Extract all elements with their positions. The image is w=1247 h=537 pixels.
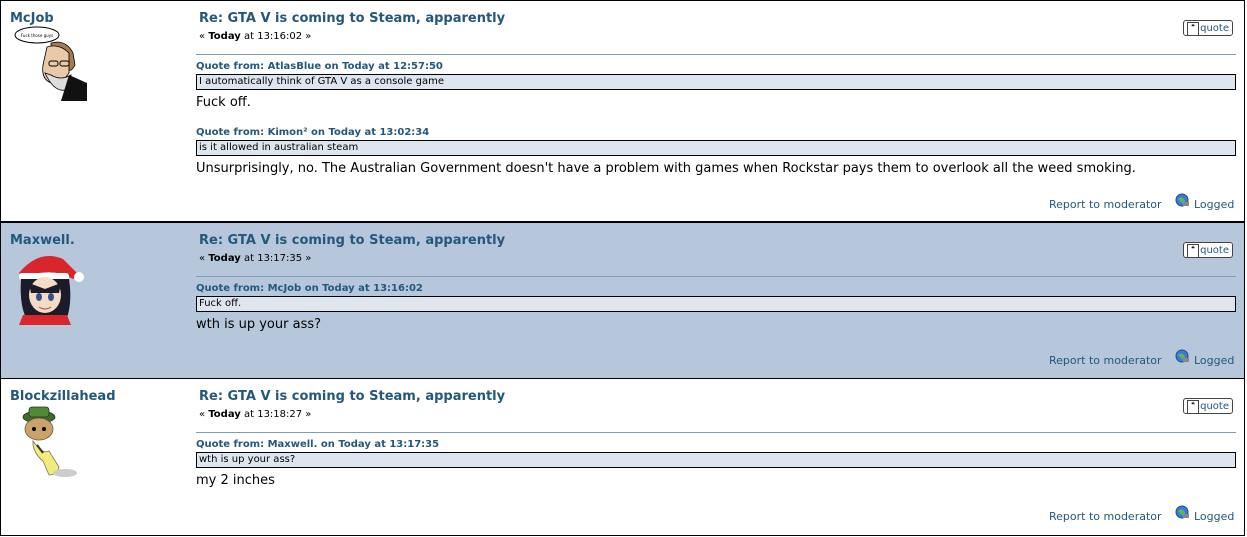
ip-globe-icon[interactable] [1175,193,1190,208]
quote-header[interactable]: Quote from: Kimon² on Today at 13:02:34 [196,127,429,138]
quote-box: I automatically think of GTA V as a cons… [196,74,1236,90]
post-date: « Today at 13:17:35 » [199,253,312,264]
quote-header[interactable]: Quote from: Maxwell. on Today at 13:17:3… [196,439,439,450]
avatar [13,405,89,481]
poster-name-link[interactable]: McJob [10,11,190,26]
quote-icon: ❝ [1187,244,1199,258]
quote-box: is it allowed in australian steam [196,140,1236,156]
separator [196,276,1236,277]
post-text: wth is up your ass? [196,317,322,332]
quote-header[interactable]: Quote from: McJob on Today at 13:16:02 [196,283,423,294]
poster-name-link[interactable]: Blockzillahead [10,389,190,404]
avatar: Fuck those guys [11,25,87,101]
post-date: « Today at 13:18:27 » [199,409,312,420]
separator [196,432,1236,433]
quote-button[interactable]: ❝ quote [1183,242,1233,258]
quote-button[interactable]: ❝ quote [1183,20,1233,36]
quote-icon: ❝ [1187,22,1199,36]
post-text: my 2 inches [196,473,275,488]
post-text: Unsurprisingly, no. The Australian Gover… [196,161,1136,176]
poster-info: Maxwell. [10,233,190,248]
avatar-caption: Fuck those guys [21,33,53,38]
logged-label: Logged [1194,354,1235,367]
poster-info: McJob [10,11,190,26]
poster-info: Blockzillahead [10,389,190,404]
avatar [9,249,85,325]
post-subject-link[interactable]: Re: GTA V is coming to Steam, apparently [199,389,505,404]
post-date: « Today at 13:16:02 » [199,31,312,42]
logged-label: Logged [1194,510,1235,523]
quote-box: wth is up your ass? [196,452,1236,468]
quote-box: Fuck off. [196,296,1236,312]
post-text: Fuck off. [196,95,251,110]
quote-icon: ❝ [1187,400,1199,414]
post-subject-link[interactable]: Re: GTA V is coming to Steam, apparently [199,233,505,248]
poster-name-link[interactable]: Maxwell. [10,233,190,248]
quote-header[interactable]: Quote from: AtlasBlue on Today at 12:57:… [196,61,443,72]
report-to-moderator-link[interactable]: Report to moderator [1049,510,1162,523]
post-mcjob: McJob Fuck those guys Re: GTA V is comin… [0,0,1245,222]
post-maxwell: Maxwell. Re: GTA V is coming to Steam, a… [0,222,1245,379]
post-blockzillahead: Blockzillahead Re: GTA V is coming to St… [0,378,1245,536]
post-subject-link[interactable]: Re: GTA V is coming to Steam, apparently [199,11,505,26]
post-body: Re: GTA V is coming to Steam, apparently… [196,1,1236,223]
quote-button[interactable]: ❝ quote [1183,398,1233,414]
report-to-moderator-link[interactable]: Report to moderator [1049,198,1162,211]
logged-label: Logged [1194,198,1235,211]
ip-globe-icon[interactable] [1175,505,1190,520]
separator [196,54,1236,55]
ip-globe-icon[interactable] [1175,349,1190,364]
report-to-moderator-link[interactable]: Report to moderator [1049,354,1162,367]
